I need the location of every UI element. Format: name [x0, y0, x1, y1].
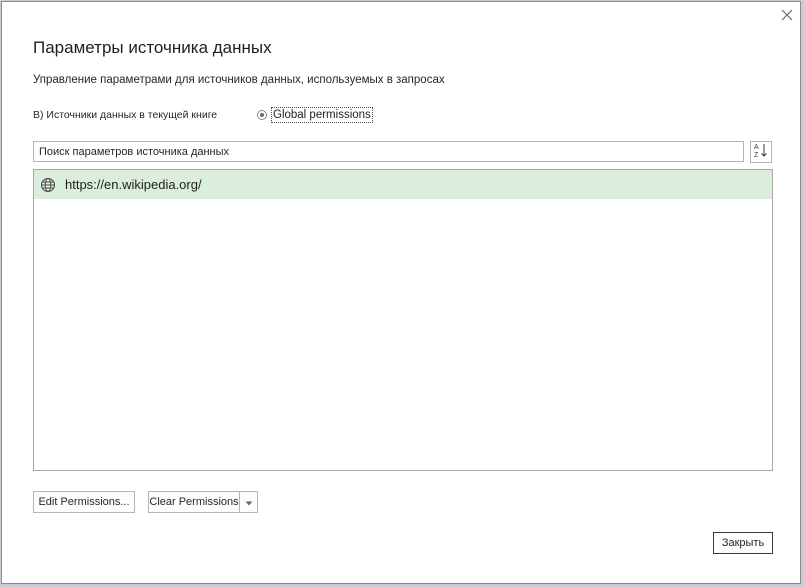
data-source-settings-dialog: Параметры источника данных Управление па…: [1, 1, 801, 584]
global-permissions-option[interactable]: Global permissions: [257, 107, 373, 123]
search-box: [33, 141, 744, 162]
global-permissions-label: Global permissions: [271, 107, 373, 123]
dialog-subtitle: Управление параметрами для источников да…: [33, 74, 445, 86]
clear-permissions-dropdown[interactable]: [240, 492, 257, 512]
clear-permissions-button[interactable]: Clear Permissions: [149, 492, 240, 512]
sort-az-icon: A Z: [753, 142, 769, 163]
svg-text:Z: Z: [754, 152, 759, 158]
radio-selected-dot: [260, 113, 264, 117]
close-button[interactable]: Закрыть: [713, 532, 773, 554]
global-permissions-radio[interactable]: [257, 110, 267, 120]
chevron-down-icon: [245, 493, 253, 511]
data-source-list: https://en.wikipedia.org/: [33, 169, 773, 471]
list-item[interactable]: https://en.wikipedia.org/: [34, 170, 772, 199]
dialog-title: Параметры источника данных: [33, 38, 272, 57]
source-url: https://en.wikipedia.org/: [65, 177, 202, 192]
search-input[interactable]: [34, 142, 743, 162]
sort-button[interactable]: A Z: [750, 141, 772, 163]
edit-permissions-button[interactable]: Edit Permissions...: [33, 491, 135, 513]
current-workbook-option[interactable]: В) Источники данных в текущей книге: [33, 109, 217, 121]
clear-permissions-split-button: Clear Permissions: [148, 491, 258, 513]
svg-text:A: A: [754, 144, 759, 151]
close-icon: [781, 8, 793, 26]
globe-icon: [40, 177, 56, 193]
close-dialog-button[interactable]: [776, 6, 798, 28]
